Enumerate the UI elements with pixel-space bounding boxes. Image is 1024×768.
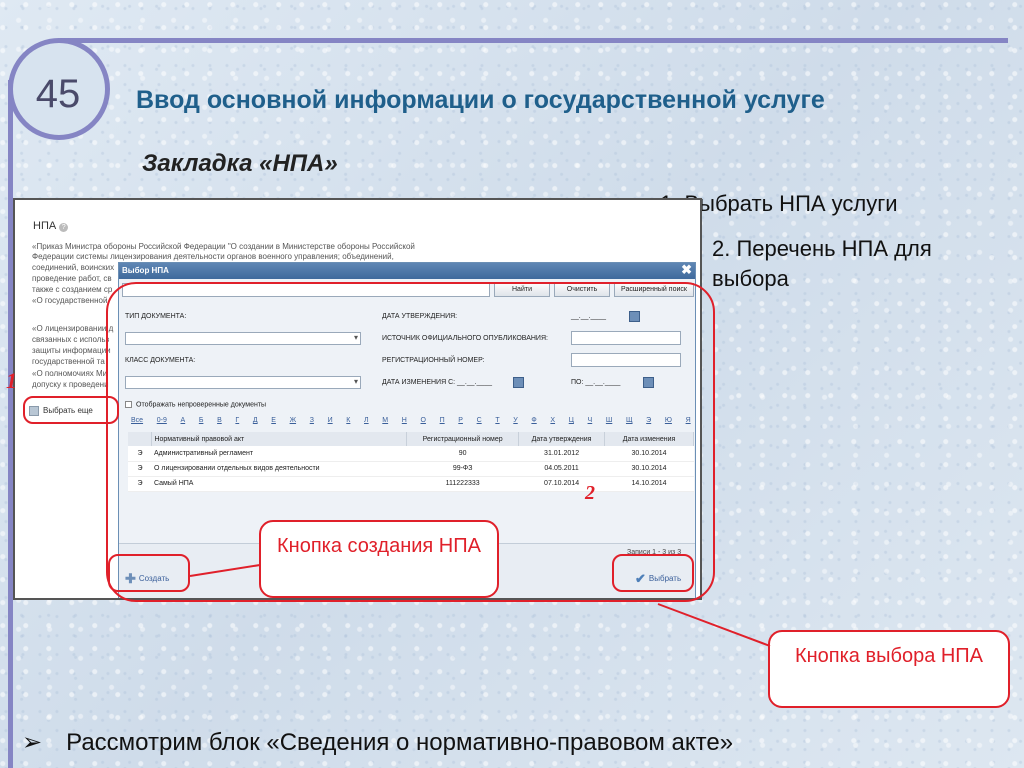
bg-line-12: допуску к проведени [32,380,109,389]
help-icon[interactable]: ? [59,223,69,232]
bullet-arrow-icon: ➢ [22,729,43,756]
create-button-highlight [108,554,190,592]
slide-top-line [60,38,1008,43]
slide-number: 45 [35,72,81,116]
bg-line-11: «О полномочиях Ми [32,369,108,378]
bg-line-9: защиты информации [32,346,111,355]
select-arrow-line [657,603,771,647]
bg-line-3: соединений, воинских [32,263,115,272]
bg-line-7: «О лицензировании д [32,324,114,333]
bg-line-6: «О государственной [32,296,108,305]
bg-line-8: связанных с использ [32,335,110,344]
close-icon[interactable]: ✖ [681,262,692,278]
dialog-title-bar: Выбор НПА ✖ [119,262,695,279]
bottom-bullet-text: ➢ Рассмотрим блок «Сведения о нормативно-… [22,729,734,756]
npa-heading: НПА? [33,220,69,232]
choose-more-highlight [23,396,119,424]
annotation-label-2: 2 [585,482,595,504]
slide-title: Ввод основной информации о государственн… [136,86,825,114]
select-callout: Кнопка выбора НПА [768,630,1010,708]
create-callout: Кнопка создания НПА [259,520,499,598]
select-button-highlight [612,554,694,592]
slide-subtitle: Закладка «НПА» [142,150,338,177]
dialog-title: Выбор НПА [122,266,169,275]
bg-line-10: государственной та [32,357,105,366]
bg-line-2: Федерации системы лицензирования деятель… [32,252,394,261]
bg-line-5: также с созданием ср [32,285,113,294]
bg-line-4: проведение работ, св [32,274,112,283]
annotation-label-1: 1 [6,368,17,393]
bg-line-1: «Приказ Министра обороны Российской Феде… [32,242,415,251]
step-2-text: 2. Перечень НПА для выбора [712,236,932,291]
